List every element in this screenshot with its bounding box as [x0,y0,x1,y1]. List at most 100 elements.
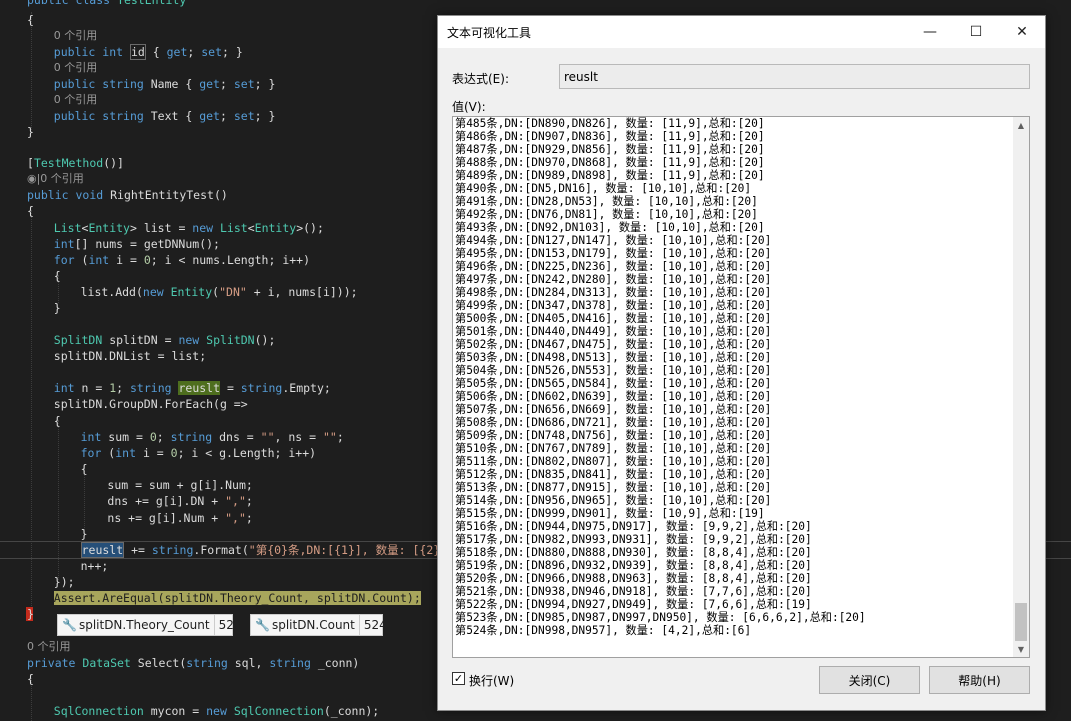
code-token: { [27,13,34,27]
value-line: 第496条,DN:[DN225,DN236], 数量: [10,10],总和:[… [455,260,772,273]
code-line: { [54,413,61,429]
code-token: for [80,446,109,460]
scroll-down-arrow-icon[interactable]: ▼ [1013,641,1029,657]
code-token: sql, [234,656,270,670]
code-token: SqlConnection [233,704,324,718]
vertical-scrollbar[interactable]: ▲ ▼ [1013,117,1029,657]
wrench-icon: 🔧 [255,618,270,632]
code-token: list.Add( [80,285,143,299]
code-token: public [53,77,103,91]
datatip-theory-count[interactable]: 🔧 splitDN.Theory_Count 523 [57,614,241,636]
code-token: "第{0}条,DN:[{1}], 数量: [{2}], [248,543,455,557]
close-icon: ✕ [1016,24,1028,40]
code-token: ; i < nums.Length; i++) [150,253,311,267]
code-token: string [130,381,179,395]
code-token: ; [187,45,202,59]
code-token: splitDN.GroupDN.ForEach(g => [53,397,248,411]
datatip-count[interactable]: 🔧 splitDN.Count 524 [250,614,387,636]
code-token: >(); [296,221,324,235]
scrollbar-thumb[interactable] [1015,603,1027,641]
code-token: int [53,237,75,251]
code-token: sum = [108,430,150,444]
value-line: 第524条,DN:[DN998,DN957], 数量: [4,2],总和:[6] [455,624,752,637]
code-line: public string Name { get; set; } [54,76,276,92]
code-line: splitDN.DNList = list; [54,348,206,364]
value-line: 第505条,DN:[DN565,DN584], 数量: [10,10],总和:[… [455,377,772,390]
code-line: reuslt += string.Format("第{0}条,DN:[{1}],… [80,542,455,558]
value-line: 第519条,DN:[DN896,DN932,DN939], 数量: [8,8,4… [455,559,812,572]
wrench-icon: 🔧 [62,618,77,632]
code-line: SplitDN splitDN = new SplitDN(); [54,332,276,348]
code-token: splitDN.DNList = list; [53,349,207,363]
minimize-icon: — [923,24,937,40]
code-token: List [53,221,82,235]
codelens-reference-count: ◉|0 个引用 [27,172,84,185]
value-text[interactable]: 第485条,DN:[DN890,DN826], 数量: [11,9],总和:[2… [455,117,1013,657]
code-token: n++; [80,559,109,573]
code-token: get [199,77,220,91]
expression-input[interactable] [559,64,1030,89]
code-token: ; [116,381,130,395]
code-token: set [201,45,223,59]
code-line: } [27,124,34,140]
code-line: }); [54,574,75,590]
value-line: 第485条,DN:[DN890,DN826], 数量: [11,9],总和:[2… [455,117,765,130]
codelens-reference-count: 0 个引用 [53,29,98,42]
minimize-button[interactable]: — [907,16,953,48]
code-token: TestMethod [33,156,104,170]
close-button[interactable]: 关闭(C) [819,666,920,694]
code-token: } [27,607,34,621]
help-button[interactable]: 帮助(H) [929,666,1030,694]
code-token: TestEntity [117,0,187,7]
value-line: 第490条,DN:[DN5,DN16], 数量: [10,10],总和:[20] [455,182,752,195]
code-line: { [81,461,88,477]
maximize-button[interactable]: ☐ [953,16,999,48]
code-token: RightEntityTest() [110,188,228,202]
code-token: set [233,109,255,123]
value-line: 第518条,DN:[DN880,DN888,DN930], 数量: [8,8,4… [455,546,812,559]
code-token: Entity [170,285,213,299]
code-token: new [142,285,171,299]
code-token: ; [245,494,253,508]
code-token: Entity [88,221,130,235]
title-bar[interactable]: 文本可视化工具 — ☐ ✕ [438,16,1045,48]
value-line: 第503条,DN:[DN498,DN513], 数量: [10,10],总和:[… [455,351,772,364]
code-line: dns += g[i].DN + ","; [107,493,252,509]
code-line: } [81,526,88,542]
datatip-name: splitDN.Theory_Count [78,618,210,632]
codelens-reference-count: 0 个引用 [53,93,98,106]
code-token: ()] [103,156,124,170]
code-line: { [27,12,34,28]
text-visualizer-dialog: 文本可视化工具 — ☐ ✕ 表达式(E): 值(V): 第485条,DN:[DN… [437,15,1046,711]
code-token: ; } [254,77,276,91]
code-line: splitDN.GroupDN.ForEach(g => [54,396,248,412]
code-token: get [166,45,188,59]
wrap-checkbox[interactable]: ✓ [452,672,465,685]
value-line: 第495条,DN:[DN153,DN179], 数量: [10,10],总和:[… [455,247,772,260]
value-line: 第512条,DN:[DN835,DN841], 数量: [10,10],总和:[… [455,468,772,481]
value-textbox[interactable]: 第485条,DN:[DN890,DN826], 数量: [11,9],总和:[2… [452,116,1030,658]
value-line: 第489条,DN:[DN989,DN898], 数量: [11,9],总和:[2… [455,169,765,182]
scroll-up-arrow-icon[interactable]: ▲ [1013,117,1029,133]
code-token: new [192,221,220,235]
codelens-reference-count: 0 个引用 [53,61,98,74]
code-line: public class TestEntity [27,0,186,8]
wrap-label[interactable]: 换行(W) [469,672,514,689]
code-token: ; [219,77,234,91]
code-token: dns += g[i].DN + [107,494,226,508]
code-token: public [27,188,76,202]
code-token: mycon = [143,704,207,718]
datatip-value[interactable]: 523 [213,615,246,635]
value-line: 第494条,DN:[DN127,DN147], 数量: [10,10],总和:[… [455,234,772,247]
code-token: int [102,45,130,59]
value-line: 第511条,DN:[DN802,DN807], 数量: [10,10],总和:[… [455,455,772,468]
datatip-value[interactable]: 524 [358,615,391,635]
code-token: string [170,430,220,444]
close-window-button[interactable]: ✕ [999,16,1045,48]
value-line: 第508条,DN:[DN686,DN721], 数量: [10,10],总和:[… [455,416,772,429]
code-token: 0 [143,253,151,267]
code-token: id [129,44,146,60]
code-line: { [27,671,34,687]
code-token: List [220,221,248,235]
code-token: i = [142,446,171,460]
